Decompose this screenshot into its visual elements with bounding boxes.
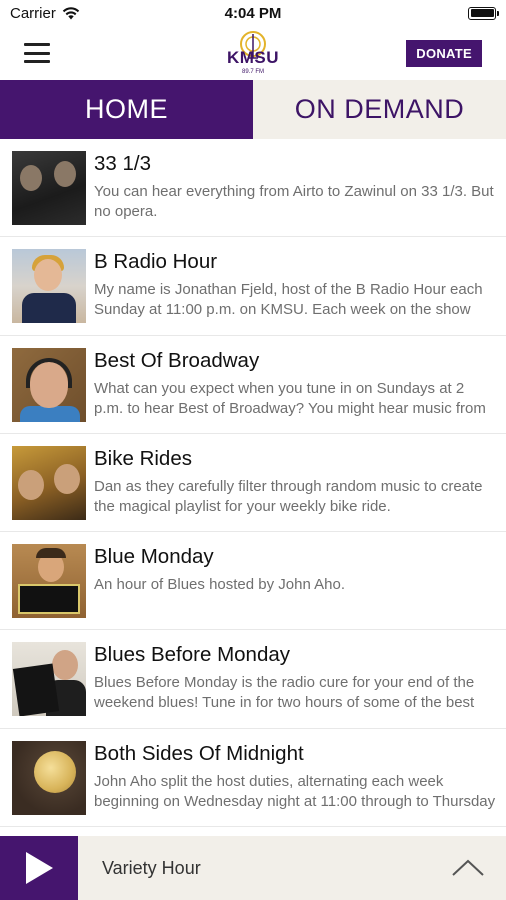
list-item[interactable]: Bike Rides Dan as they carefully filter … <box>0 434 506 533</box>
show-description: You can hear everything from Airto to Za… <box>94 183 494 220</box>
tab-bar: HOME ON DEMAND <box>0 80 506 139</box>
menu-icon[interactable] <box>24 43 50 63</box>
show-description: An hour of Blues hosted by John Aho. <box>94 576 346 594</box>
list-item[interactable]: Blue Monday An hour of Blues hosted by J… <box>0 532 506 631</box>
chevron-up-icon <box>452 859 484 876</box>
battery-icon <box>468 6 499 20</box>
show-thumbnail <box>12 151 86 225</box>
list-item[interactable]: B Radio Hour My name is Jonathan Fjeld, … <box>0 237 506 336</box>
logo-subtext: 89.7 FM <box>241 69 264 75</box>
status-bar: Carrier 4:04 PM <box>0 0 506 26</box>
show-thumbnail <box>12 445 86 520</box>
play-button[interactable] <box>0 836 78 900</box>
expand-player-button[interactable] <box>438 836 498 900</box>
show-thumbnail <box>12 642 86 717</box>
list-item[interactable]: 33 1/3 You can hear everything from Airt… <box>0 139 506 238</box>
list-item[interactable]: Blues Before Monday Blues Before Monday … <box>0 630 506 729</box>
wifi-icon <box>62 6 80 19</box>
show-title: 33 1/3 <box>94 152 151 175</box>
show-title: Blue Monday <box>94 545 214 569</box>
app-header: KMSU 89.7 FM DONATE <box>0 26 506 80</box>
now-playing-title: Variety Hour <box>102 857 201 878</box>
play-icon <box>26 852 53 884</box>
show-title: Both Sides Of Midnight <box>94 741 304 765</box>
status-left: Carrier <box>10 5 80 22</box>
show-title: Bike Rides <box>94 446 192 470</box>
show-description: John Aho split the host duties, alternat… <box>94 772 496 810</box>
show-description: Dan as they carefully filter through ran… <box>94 477 483 515</box>
list-item[interactable]: Best Of Broadway What can you expect whe… <box>0 336 506 434</box>
show-thumbnail <box>12 347 86 422</box>
carrier-label: Carrier <box>10 4 56 22</box>
kmsu-logo: KMSU 89.7 FM <box>208 28 298 76</box>
tab-home[interactable]: HOME <box>0 80 253 139</box>
show-list: 33 1/3 You can hear everything from Airt… <box>0 139 506 836</box>
tab-on-demand[interactable]: ON DEMAND <box>253 80 506 139</box>
show-title: B Radio Hour <box>94 250 218 274</box>
show-thumbnail <box>12 740 86 815</box>
show-description: Blues Before Monday is the radio cure fo… <box>94 674 475 712</box>
show-thumbnail <box>12 544 86 619</box>
mini-player: Variety Hour <box>0 836 506 900</box>
show-thumbnail <box>12 249 86 324</box>
donate-button[interactable]: DONATE <box>406 39 482 67</box>
show-title: Best Of Broadway <box>94 348 260 372</box>
show-title: Blues Before Monday <box>94 643 291 667</box>
show-description: What can you expect when you tune in on … <box>94 379 486 417</box>
show-description: My name is Jonathan Fjeld, host of the B… <box>94 281 483 319</box>
list-item[interactable]: Both Sides Of Midnight John Aho split th… <box>0 729 506 828</box>
logo-text: KMSU <box>226 48 280 67</box>
